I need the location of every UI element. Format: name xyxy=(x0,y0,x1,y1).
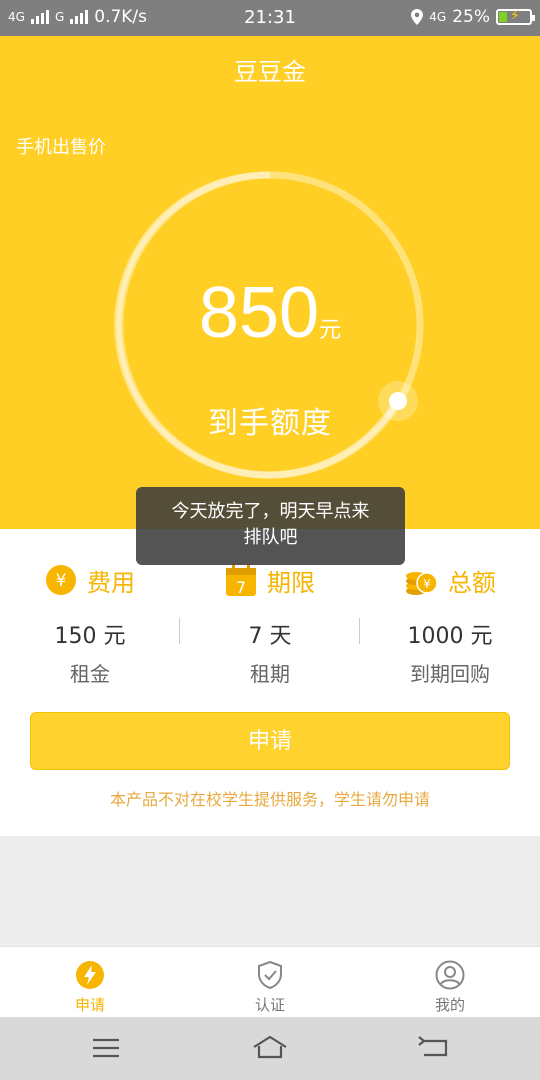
toast-line-1: 今天放完了，明天早点来 xyxy=(171,501,370,522)
amount-value: 850 xyxy=(198,273,320,353)
stat-total-label: 到期回购 xyxy=(410,662,490,686)
tab-verify-label: 认证 xyxy=(254,996,285,1014)
status-bar: 4G G 0.7K/s 21:31 4G 25% ⚡ xyxy=(0,0,540,36)
tab-mine[interactable]: 我的 xyxy=(360,947,540,1018)
stat-term-label: 租期 xyxy=(250,662,290,686)
apply-button[interactable]: 申请 xyxy=(30,712,510,770)
svg-text:¥: ¥ xyxy=(423,577,431,591)
svg-text:¥: ¥ xyxy=(56,571,67,591)
stat-term-head: 7 期限 xyxy=(180,562,360,598)
stat-term: 7 期限 7 天 租期 xyxy=(180,562,360,687)
status-right: 4G 25% ⚡ xyxy=(411,7,535,27)
lightning-icon xyxy=(76,961,104,989)
student-notice: 本产品不对在校学生提供服务，学生请勿申请 xyxy=(109,790,430,809)
back-icon[interactable] xyxy=(414,1033,454,1063)
page-title: 豆豆金 xyxy=(234,58,306,86)
stat-fee-head: ¥ 费用 xyxy=(0,562,180,598)
battery-percent: 25% xyxy=(452,7,490,27)
location-icon xyxy=(411,9,424,25)
calendar-icon: 7 xyxy=(226,564,256,597)
home-icon[interactable] xyxy=(250,1033,290,1063)
network-type-3: 4G xyxy=(429,10,447,24)
stat-divider xyxy=(179,618,180,644)
system-nav-bar xyxy=(0,1017,540,1080)
menu-icon[interactable] xyxy=(86,1033,126,1063)
stat-total-head: ¥ 总额 xyxy=(360,562,540,598)
stat-term-value: 7 天 xyxy=(248,624,292,649)
stat-total-value: 1000 元 xyxy=(407,624,493,649)
coin-stack-icon: ¥ xyxy=(406,572,438,595)
shield-check-icon xyxy=(258,960,282,990)
stat-divider xyxy=(359,618,360,644)
tab-mine-label: 我的 xyxy=(434,996,465,1014)
toast-line-2: 排队吧 xyxy=(243,527,298,548)
user-icon xyxy=(435,960,465,990)
toast-message: 今天放完了，明天早点来 排队吧 xyxy=(136,487,405,565)
stat-total-title: 总额 xyxy=(448,568,496,597)
stat-total: ¥ 总额 1000 元 到期回购 xyxy=(360,562,540,687)
battery-icon: ⚡ xyxy=(496,8,535,25)
yen-coin-icon: ¥ xyxy=(46,565,76,595)
tab-bar: 申请 认证 我的 xyxy=(0,946,540,1017)
amount-label: 到手额度 xyxy=(208,406,332,441)
tab-verify[interactable]: 认证 xyxy=(180,947,360,1018)
stat-fee-value: 150 元 xyxy=(54,624,126,649)
amount-unit: 元 xyxy=(319,318,342,343)
stat-fee-label: 租金 xyxy=(70,662,110,686)
stat-fee: ¥ 费用 150 元 租金 xyxy=(0,562,180,687)
tab-apply[interactable]: 申请 xyxy=(0,947,180,1018)
price-caption: 手机出售价 xyxy=(16,137,106,158)
svg-text:7: 7 xyxy=(236,578,246,597)
stat-term-title: 期限 xyxy=(267,568,315,597)
amount-display: 850元 xyxy=(0,272,540,354)
stat-fee-title: 费用 xyxy=(87,568,135,597)
tab-apply-label: 申请 xyxy=(74,996,105,1014)
